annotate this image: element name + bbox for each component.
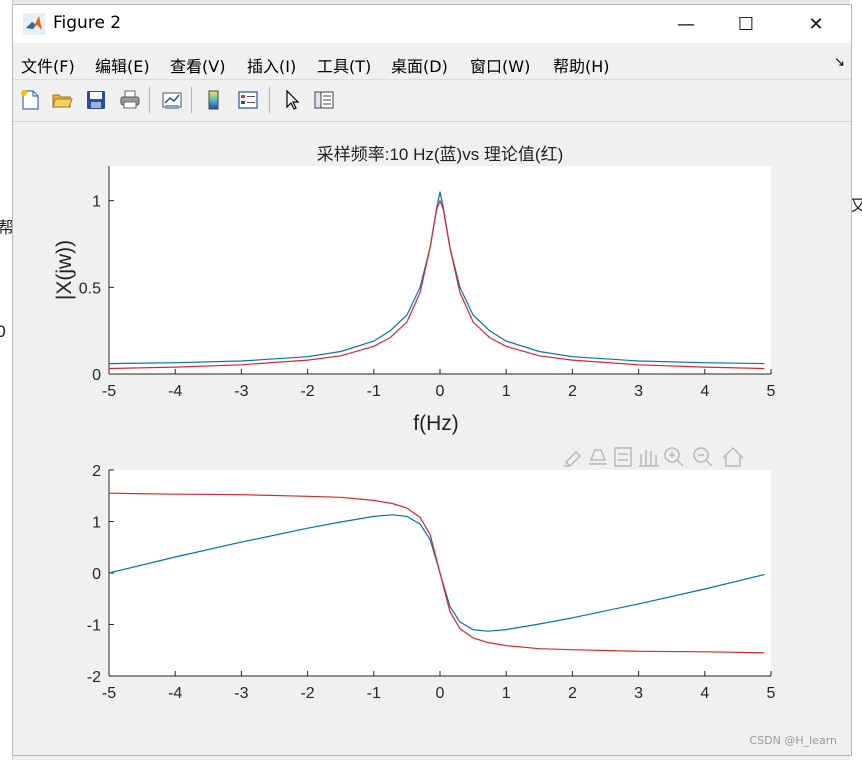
x-tick-label: -2 (300, 685, 314, 702)
link-plot-button[interactable] (159, 87, 185, 113)
maximize-button[interactable]: ☐ (723, 5, 769, 43)
property-inspector-button[interactable] (311, 87, 337, 113)
x-tick-label: -3 (234, 685, 248, 702)
menu-bar: 文件(F) 编辑(E) 查看(V) 插入(I) 工具(T) 桌面(D) 窗口(W… (13, 45, 851, 80)
x-tick-label: 0 (436, 685, 445, 702)
toolbar-separator (191, 87, 192, 113)
x-tick-label: 5 (767, 383, 776, 400)
y-tick-label: 0 (92, 367, 101, 384)
x-tick-label: 2 (568, 685, 577, 702)
open-button[interactable] (49, 87, 75, 113)
x-tick-label: 0 (436, 383, 445, 400)
axes-toolbar (564, 446, 744, 468)
menu-window[interactable]: 窗口(W) (470, 53, 530, 77)
x-tick-label: 2 (568, 383, 577, 400)
close-icon: ✕ (808, 13, 824, 35)
window-title: Figure 2 (53, 13, 122, 33)
brush-icon[interactable] (564, 450, 582, 468)
x-tick-label: 4 (700, 685, 709, 702)
x-tick-label: -3 (234, 383, 248, 400)
dock-arrow-icon[interactable]: ↘ (834, 55, 845, 70)
print-icon (120, 90, 140, 109)
menu-view[interactable]: 查看(V) (170, 53, 225, 77)
close-button[interactable]: ✕ (793, 5, 839, 43)
minimize-icon: — (677, 13, 695, 35)
x-tick-label: -4 (168, 383, 182, 400)
link-plot-icon (162, 92, 182, 109)
y-tick-label: 2 (92, 463, 101, 480)
insert-colorbar-button[interactable] (201, 87, 227, 113)
x-tick-label: -1 (367, 685, 381, 702)
menu-desktop[interactable]: 桌面(D) (391, 53, 448, 77)
open-folder-icon (52, 94, 73, 108)
new-figure-button[interactable] (17, 87, 43, 113)
y-tick-label: 0 (92, 566, 101, 583)
menu-file[interactable]: 文件(F) (21, 53, 75, 77)
edit-plot-button[interactable] (279, 87, 305, 113)
print-button[interactable] (117, 87, 143, 113)
x-tick-label: -2 (300, 383, 314, 400)
save-icon (87, 91, 105, 109)
x-tick-label: 3 (634, 383, 643, 400)
x-tick-label: 3 (634, 685, 643, 702)
insert-legend-button[interactable] (235, 87, 261, 113)
property-inspector-icon (314, 91, 334, 109)
axes-phase[interactable]: -5 -4 -3 -2 -1 0 1 2 3 4 5 -2 -1 0 1 2 (87, 463, 776, 702)
menu-edit[interactable]: 编辑(E) (95, 53, 150, 77)
figure-toolbar (13, 81, 851, 122)
watermark-text: CSDN @H_learn (749, 734, 838, 747)
y-tick-label: 1 (92, 515, 101, 532)
maximize-icon: ☐ (737, 13, 755, 35)
x-tick-label: 1 (502, 685, 511, 702)
y-tick-label: -2 (87, 669, 101, 686)
x-tick-label: -1 (367, 383, 381, 400)
menu-help[interactable]: 帮助(H) (553, 53, 610, 77)
minimize-button[interactable]: — (663, 5, 709, 43)
x-tick-label: -5 (102, 383, 116, 400)
new-figure-icon (21, 90, 39, 110)
save-button[interactable] (83, 87, 109, 113)
x-tick-label: 4 (700, 383, 709, 400)
pointer-icon (286, 89, 300, 110)
y-tick-label: -1 (87, 618, 101, 635)
y-tick-label: 0.5 (79, 280, 101, 297)
x-tick-label: 1 (502, 383, 511, 400)
x-tick-label: 5 (767, 685, 776, 702)
data-tip-icon[interactable] (589, 449, 607, 465)
toolbar-separator (269, 87, 270, 113)
background-text-fragment: 0 (0, 322, 7, 341)
zoom-in-icon[interactable] (664, 447, 684, 467)
axes-magnitude-xlabel: f(Hz) (413, 412, 459, 435)
axes-magnitude[interactable]: 采样频率:10 Hz(蓝)vs 理论值(红) f(Hz) |X(jw)) -5 -… (53, 145, 776, 435)
axes-magnitude-title: 采样频率:10 Hz(蓝)vs 理论值(红) (317, 145, 564, 164)
legend-icon (238, 91, 258, 109)
x-tick-label: -5 (102, 685, 116, 702)
home-icon[interactable] (722, 446, 744, 467)
y-tick-label: 1 (92, 194, 101, 211)
menu-tools[interactable]: 工具(T) (317, 53, 371, 77)
menu-insert[interactable]: 插入(I) (247, 53, 296, 77)
title-bar[interactable]: Figure 2 — ☐ ✕ (13, 5, 851, 43)
x-tick-label: -4 (168, 685, 182, 702)
colorbar-icon (208, 90, 219, 110)
zoom-out-icon[interactable] (693, 447, 713, 467)
axes-magnitude-ylabel: |X(jw)) (53, 240, 76, 300)
figure-canvas: 采样频率:10 Hz(蓝)vs 理论值(红) f(Hz) |X(jw)) -5-… (13, 122, 851, 755)
figure-window: Figure 2 — ☐ ✕ 文件(F) 编辑(E) 查看(V) 插入(I) 工… (12, 4, 852, 756)
pan-icon[interactable] (639, 450, 659, 467)
toolbar-separator (149, 87, 150, 113)
plot-canvas[interactable]: 采样频率:10 Hz(蓝)vs 理论值(红) f(Hz) |X(jw)) -5-… (13, 122, 851, 755)
matlab-logo-icon (23, 13, 45, 35)
datacursor-icon[interactable] (614, 447, 632, 467)
axes-magnitude-background (109, 166, 771, 374)
